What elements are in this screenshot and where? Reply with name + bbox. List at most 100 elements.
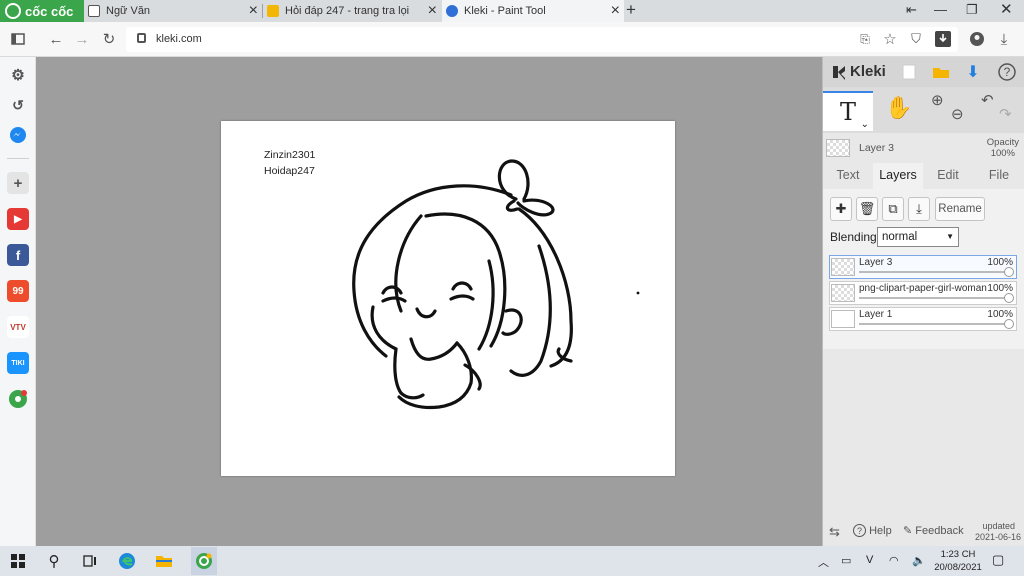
settings-gear-icon[interactable]: ⚙ xyxy=(7,64,29,86)
help-question-icon[interactable]: ? xyxy=(997,62,1017,82)
tab-kleki[interactable]: Kleki - Paint Tool × xyxy=(442,0,624,22)
battery-icon[interactable]: ▭ xyxy=(841,554,851,567)
layer-opacity-slider[interactable] xyxy=(859,271,1009,273)
soccer-ball-icon[interactable] xyxy=(7,388,29,410)
dropdown-arrow-icon: ▼ xyxy=(946,232,954,241)
coccoc-menu-button[interactable]: cốc cốc xyxy=(0,0,84,22)
add-sidebar-item-icon[interactable]: + xyxy=(7,172,29,194)
downloads-icon[interactable]: ⤓ xyxy=(994,29,1014,49)
file-explorer-icon[interactable] xyxy=(154,551,174,571)
layer-opacity-knob[interactable] xyxy=(1004,293,1014,303)
lock-icon xyxy=(137,33,146,43)
delete-layer-trash-icon[interactable]: 🗑 xyxy=(856,197,878,221)
restore-button[interactable]: ❐ xyxy=(966,2,978,18)
edge-browser-icon[interactable] xyxy=(117,551,137,571)
kleki-icon xyxy=(446,5,458,17)
volume-icon[interactable]: 🔈 xyxy=(912,554,926,567)
updated-date: 2021-06-16 xyxy=(974,532,1021,542)
forward-button[interactable]: → xyxy=(72,29,92,49)
tab-search-icon[interactable]: ⇤ xyxy=(906,2,917,18)
tiki-icon[interactable]: TIKI xyxy=(7,352,29,374)
tab-file[interactable]: File xyxy=(973,163,1024,189)
new-image-icon[interactable] xyxy=(899,62,919,82)
wifi-icon[interactable]: ◠ xyxy=(889,554,899,567)
youtube-icon[interactable]: ▶ xyxy=(7,208,29,230)
hoidap-icon xyxy=(267,5,279,17)
new-tab-button[interactable]: + xyxy=(626,0,636,20)
swap-sides-icon[interactable]: ⇆ xyxy=(829,524,840,540)
close-tab-icon[interactable]: × xyxy=(428,2,437,20)
open-folder-icon[interactable] xyxy=(931,62,951,82)
panel-tabs: Text Layers Edit File xyxy=(823,163,1024,189)
add-layer-button[interactable]: ✚ xyxy=(830,197,852,221)
help-circle-icon: ? xyxy=(853,524,866,537)
system-clock[interactable]: 1:23 CH 20/08/2021 xyxy=(932,548,984,574)
profile-icon[interactable] xyxy=(967,29,987,49)
drawing-canvas[interactable]: Zinzin2301 Hoidap247 xyxy=(221,121,675,476)
sidebar-toggle-icon[interactable] xyxy=(8,29,28,49)
close-tab-icon[interactable]: × xyxy=(249,2,258,20)
coccoc-logo-icon xyxy=(5,3,21,19)
tray-overflow-icon[interactable]: ︿ xyxy=(818,554,829,570)
zoom-out-icon[interactable]: ⊖ xyxy=(951,105,964,123)
current-layer-thumbnail xyxy=(826,139,850,157)
layers-pane: ✚ 🗑 ⧉ ⤓ Rename Blending normal ▼ Layer 3… xyxy=(823,189,1024,349)
layer-opacity-slider[interactable] xyxy=(859,297,1009,299)
blending-mode-select[interactable]: normal ▼ xyxy=(877,227,959,247)
address-bar[interactable]: kleki.com xyxy=(126,27,958,52)
browser-toolbar: ← → ↻ kleki.com ⎘ ☆ ⛉ ⤓ xyxy=(0,22,1024,57)
layer-item[interactable]: Layer 3 100% xyxy=(829,255,1017,279)
adblock-shield-icon[interactable]: ⛉ xyxy=(906,29,926,49)
help-link[interactable]: ? Help xyxy=(853,524,892,537)
tab-label: Ngữ Văn xyxy=(106,5,151,17)
tab-text[interactable]: Text xyxy=(823,163,873,189)
text-tool-button[interactable]: T ⌄ xyxy=(823,91,873,131)
facebook-icon[interactable]: f xyxy=(7,244,29,266)
vtv-go-icon[interactable]: VTV xyxy=(7,316,29,338)
redo-icon[interactable]: ↷ xyxy=(999,105,1012,123)
merge-layer-icon[interactable]: ⤓ xyxy=(908,197,930,221)
tab-ngu-van[interactable]: Ngữ Văn × xyxy=(84,0,262,22)
minimize-button[interactable]: — xyxy=(934,2,947,17)
rename-layer-button[interactable]: Rename xyxy=(935,197,985,221)
windows-start-icon[interactable] xyxy=(8,551,28,571)
opacity-label: Opacity xyxy=(986,137,1019,148)
tab-hoidap247[interactable]: Hỏi đáp 247 - trang tra lọi × xyxy=(263,0,441,22)
zoom-in-icon[interactable]: ⊕ xyxy=(931,91,944,109)
duplicate-layer-icon[interactable]: ⧉ xyxy=(882,197,904,221)
close-window-button[interactable]: ✕ xyxy=(1000,0,1013,18)
girl-lineart-drawing xyxy=(352,159,640,410)
feedback-link[interactable]: ✎ Feedback xyxy=(903,524,964,537)
bookmark-star-icon[interactable]: ☆ xyxy=(880,29,900,49)
layer-opacity-knob[interactable] xyxy=(1004,267,1014,277)
layer-opacity-slider[interactable] xyxy=(859,323,1009,325)
layer-item[interactable]: png-clipart-paper-girl-woman- 100% xyxy=(829,281,1017,305)
save-download-icon[interactable]: ⬇ xyxy=(963,62,983,82)
tab-edit[interactable]: Edit xyxy=(923,163,973,189)
layer-thumbnail xyxy=(831,310,855,328)
current-layer-name: Layer 3 xyxy=(859,142,895,154)
vietnamese-ime-icon[interactable]: V xyxy=(866,554,873,566)
notification-icon[interactable]: ▢ xyxy=(992,552,1004,568)
layer-opacity-knob[interactable] xyxy=(1004,319,1014,329)
tab-label: Hỏi đáp 247 - trang tra lọi xyxy=(285,5,410,17)
reload-button[interactable]: ↻ xyxy=(99,29,119,49)
close-tab-icon[interactable]: × xyxy=(611,2,620,20)
task-view-icon[interactable] xyxy=(80,551,100,571)
layer-item[interactable]: Layer 1 100% xyxy=(829,307,1017,331)
clock-time: 1:23 CH xyxy=(940,549,976,560)
back-button[interactable]: ← xyxy=(46,29,66,49)
search-icon[interactable]: ⚲ xyxy=(44,551,64,571)
kleki-logo-text: Kleki xyxy=(850,63,886,80)
history-icon[interactable]: ↺ xyxy=(7,94,29,116)
tab-layers[interactable]: Layers xyxy=(873,163,923,189)
translate-icon[interactable]: ⎘ xyxy=(855,29,875,49)
shopee-icon[interactable]: 99 xyxy=(7,280,29,302)
canvas-workspace[interactable]: Zinzin2301 Hoidap247 xyxy=(36,57,822,546)
download-extension-icon[interactable] xyxy=(933,29,953,49)
coccoc-taskbar-icon[interactable] xyxy=(191,547,217,575)
undo-icon[interactable]: ↶ xyxy=(981,91,994,109)
hand-tool-icon[interactable]: ✋ xyxy=(885,95,912,121)
messenger-icon[interactable] xyxy=(7,124,29,146)
layer-thumbnail xyxy=(831,258,855,276)
